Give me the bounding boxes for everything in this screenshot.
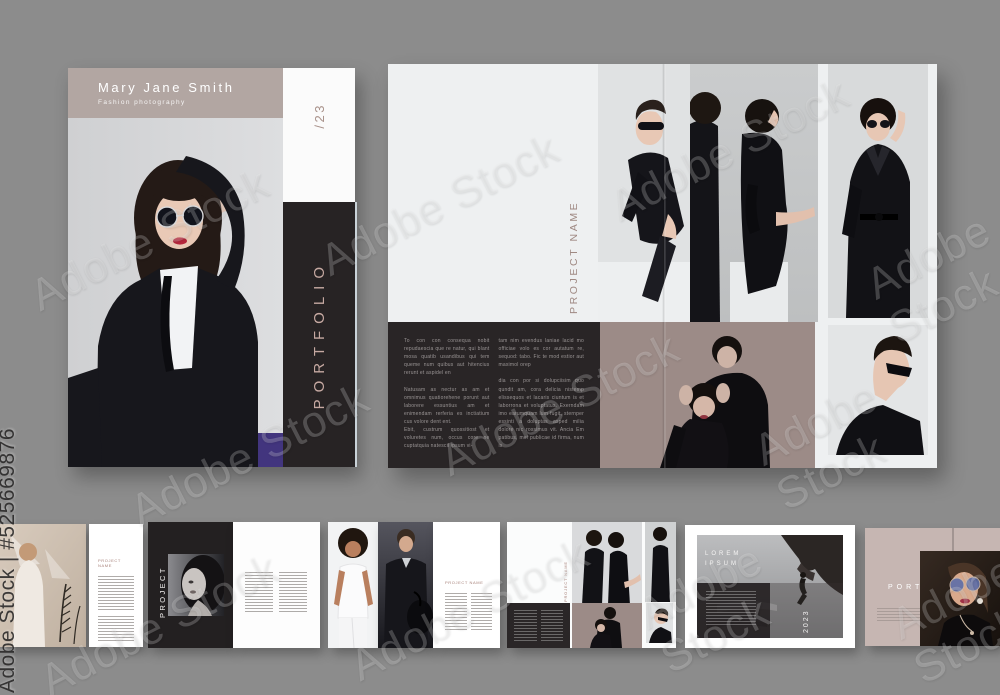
thumb1-paragraph-lines-2 <box>98 616 134 642</box>
spread-project-name-label: PROJECT NAME <box>568 200 580 314</box>
spread-body-column-1: To con con consequa nobit repudaescia qu… <box>404 338 490 450</box>
thumb2-photo-face <box>168 554 225 616</box>
thumb5-dark-square <box>697 583 770 638</box>
thumb3-paragraph-lines-2 <box>470 593 492 631</box>
thumb2-text-page <box>233 522 320 648</box>
thumb6-back-cover: PORTFOLIO <box>865 528 1000 646</box>
thumb5-climber-spread: LOREM IPSUM 2023 <box>685 525 855 648</box>
thumb5-lorem-title: LOREM IPSUM <box>705 551 742 568</box>
stock-preview-canvas: Mary Jane Smith Fashion photography /23 … <box>0 0 1000 695</box>
thumb2-project-title: PROJECT <box>158 566 167 618</box>
thumb4-text-block <box>507 603 570 648</box>
thumb4-photo-couple <box>572 522 642 605</box>
thumb2-paragraph-lines <box>245 572 273 614</box>
cover-author-name: Mary Jane Smith <box>98 80 235 95</box>
spread-fold-line <box>662 64 666 468</box>
thumb6-photo-woman-sunglasses <box>920 551 1000 646</box>
thumb4-project-label: PROJECT NAME <box>563 561 568 602</box>
thumb3-photo-afro-woman <box>328 522 378 649</box>
cover-header-band: Mary Jane Smith Fashion photography <box>68 68 283 118</box>
thumb4-mini-spread: PROJECT NAME <box>507 522 676 648</box>
thumb2-paragraph-lines-2 <box>279 572 307 614</box>
thumb4-text-lines <box>514 610 537 641</box>
thumb4-text-lines-2 <box>540 610 563 641</box>
thumb5-text-lines <box>706 591 756 627</box>
cover-issue-column: /23 <box>283 68 355 202</box>
brochure-cover: Mary Jane Smith Fashion photography /23 … <box>68 68 357 467</box>
thumb6-text-lines <box>877 608 923 622</box>
spread-body-column-2: tam nim evendus laniae lacid mo officiae… <box>498 338 584 450</box>
thumb1-paragraph-lines <box>98 576 134 610</box>
spread-photo-man-profile <box>828 325 928 455</box>
thumb5-year: 2023 <box>803 609 810 633</box>
spread-photo-couple-portrait <box>630 325 813 468</box>
cover-portfolio-title: PORTFOLIO <box>310 259 328 410</box>
thumb1-text-page: PROJECT NAME <box>89 524 143 647</box>
thumb3-heading: PROJECT NAME <box>445 580 484 585</box>
thumb4-photo-profile <box>646 603 673 643</box>
thumb1-heading: PROJECT NAME <box>98 558 121 568</box>
thumb3-paragraph-lines <box>445 593 467 631</box>
spread-photo-leaning-man <box>598 64 690 322</box>
cover-subtitle: Fashion photography <box>98 99 186 106</box>
cover-photo-woman-sunglasses <box>68 118 283 467</box>
cover-title-column: PORTFOLIO <box>283 202 357 467</box>
thumb3-photo-woman-bag <box>378 522 433 648</box>
spread-text-block: To con con consequa nobit repudaescia qu… <box>388 322 600 468</box>
thumb4-photo-woman <box>645 522 676 602</box>
spread-photo-woman-coat <box>828 64 928 318</box>
thumb4-photo-mauve-couple <box>572 603 642 648</box>
thumb3-text-page: PROJECT NAME <box>433 522 500 648</box>
open-magazine-spread: PROJECT NAME To con con consequa nobit r… <box>388 64 937 468</box>
thumb1-photo-page <box>0 524 86 647</box>
spread-photo-couple-sitting <box>690 64 818 322</box>
cover-issue-number: /23 <box>311 103 327 129</box>
thumb2-dark-page: PROJECT <box>148 522 233 648</box>
